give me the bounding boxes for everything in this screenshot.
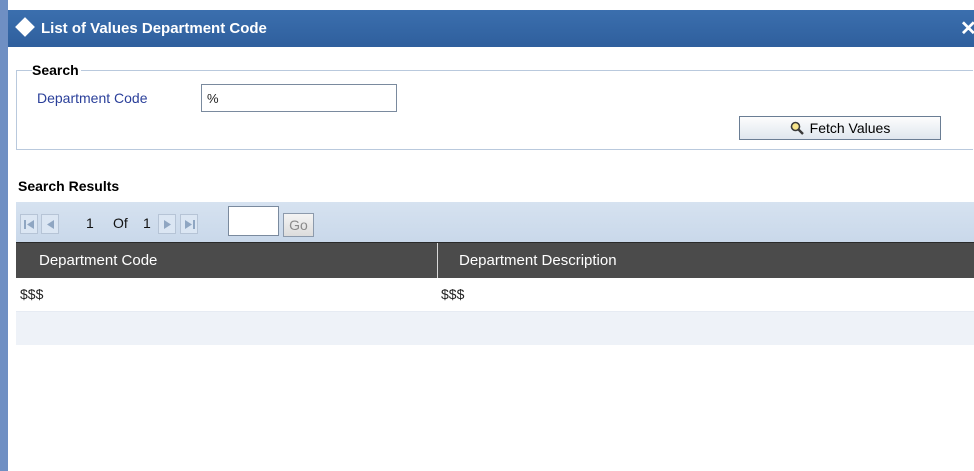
search-legend: Search: [32, 62, 81, 78]
window-left-border: [0, 0, 8, 471]
prev-page-icon: [47, 220, 54, 229]
last-page-icon: [185, 220, 195, 229]
column-header-department-description[interactable]: Department Description: [459, 252, 617, 269]
last-page-button[interactable]: [180, 214, 198, 234]
department-code-input[interactable]: [201, 84, 397, 112]
diamond-icon: [15, 17, 35, 37]
department-code-label: Department Code: [37, 90, 148, 106]
first-page-button[interactable]: [20, 214, 38, 234]
total-pages: 1: [143, 215, 151, 231]
table-row[interactable]: $$$ $$$: [16, 278, 974, 312]
dialog-titlebar[interactable]: List of Values Department Code ✕: [8, 10, 974, 47]
of-label: Of: [113, 215, 128, 231]
cell-department-code: $$$: [20, 286, 44, 302]
column-header-department-code[interactable]: Department Code: [39, 252, 157, 269]
pagination-bar: 1 Of 1 Go: [16, 202, 974, 242]
next-page-icon: [164, 220, 171, 229]
close-icon[interactable]: ✕: [960, 16, 974, 41]
current-page: 1: [86, 215, 94, 231]
search-results-title: Search Results: [18, 178, 120, 194]
dialog-title: List of Values Department Code: [41, 20, 267, 37]
prev-page-button[interactable]: [41, 214, 59, 234]
first-page-icon: [24, 220, 34, 229]
column-divider: [437, 243, 438, 279]
go-button[interactable]: Go: [283, 213, 314, 237]
fetch-values-button[interactable]: Fetch Values: [739, 116, 941, 140]
goto-page-input[interactable]: [228, 206, 279, 236]
cell-department-description: $$$: [441, 286, 465, 302]
empty-table-row: [16, 312, 974, 345]
magnifier-icon: [790, 121, 804, 135]
results-table-header: Department Code Department Description: [16, 242, 974, 279]
fetch-values-label: Fetch Values: [809, 120, 891, 136]
next-page-button[interactable]: [158, 214, 176, 234]
